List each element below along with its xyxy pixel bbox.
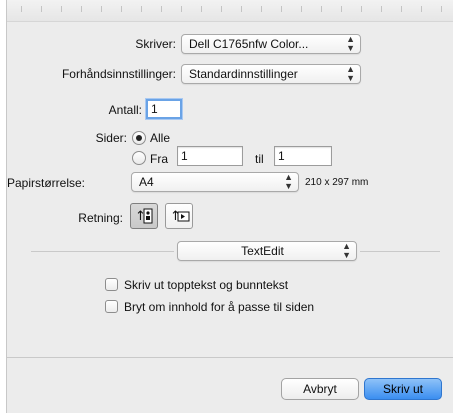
ruler-tick [41, 6, 42, 12]
app-section-popup[interactable]: TextEdit ▲ ▼ [177, 241, 357, 261]
ruler-tick [101, 6, 102, 12]
ruler-tick [201, 6, 202, 12]
rewrap-contents-label: Bryt om innhold for å passe til siden [124, 300, 315, 314]
pages-to-label: til [255, 152, 264, 166]
rewrap-contents-checkbox[interactable] [105, 300, 118, 313]
ruler-tick [161, 6, 162, 12]
pages-all-radio[interactable] [132, 131, 146, 145]
popup-arrows-icon: ▲ ▼ [346, 34, 355, 53]
ruler-tick [121, 6, 122, 12]
presets-value: Standardinnstillinger [189, 67, 298, 81]
printer-popup[interactable]: Dell C1765nfw Color... ▲ ▼ [181, 34, 361, 54]
paper-size-popup[interactable]: A4 ▲ ▼ [131, 172, 299, 192]
paper-size-value: A4 [139, 175, 154, 189]
orientation-landscape-button[interactable]: ↑ [165, 203, 193, 229]
presets-popup[interactable]: Standardinnstillinger ▲ ▼ [181, 64, 361, 84]
paper-dimensions: 210 x 297 mm [305, 177, 369, 188]
ruler-strip [7, 0, 453, 22]
pages-from-label: Fra [150, 152, 168, 166]
ruler-tick [221, 6, 222, 12]
ruler-tick [81, 6, 82, 12]
bottom-divider [7, 357, 453, 358]
ruler-tick [421, 6, 422, 12]
popup-arrows-icon: ▲ ▼ [346, 64, 355, 83]
orientation-label: Retning: [78, 211, 123, 225]
section-divider-right [360, 251, 440, 252]
pages-from-input[interactable]: 1 [177, 146, 243, 166]
ruler-tick [361, 6, 362, 12]
ruler-tick [441, 6, 442, 12]
pages-range-radio[interactable] [132, 151, 146, 165]
ruler-tick [21, 6, 22, 12]
ruler-tick [261, 6, 262, 12]
orientation-portrait-button[interactable]: ↑ [130, 203, 158, 229]
print-dialog: Skriver: Dell C1765nfw Color... ▲ ▼ Forhå… [6, 0, 453, 413]
printer-value: Dell C1765nfw Color... [189, 37, 309, 51]
app-section-value: TextEdit [241, 244, 284, 258]
header-footer-label: Skriv ut topptekst og bunntekst [124, 278, 289, 292]
portrait-icon: ↑ [135, 208, 153, 224]
ruler-tick [141, 6, 142, 12]
popup-arrows-icon: ▲ ▼ [342, 241, 351, 260]
copies-label: Antall: [108, 103, 142, 117]
ruler-tick [341, 6, 342, 12]
ruler-tick [321, 6, 322, 12]
pages-to-input[interactable]: 1 [274, 146, 332, 166]
ruler-tick [281, 6, 282, 12]
landscape-icon: ↑ [170, 209, 190, 224]
pages-all-label: Alle [150, 131, 171, 145]
printer-label: Skriver: [135, 37, 176, 51]
ruler-tick [241, 6, 242, 12]
ruler-tick [61, 6, 62, 12]
presets-label: Forhåndsinnstillinger: [61, 67, 176, 81]
ruler-tick [181, 6, 182, 12]
cancel-button[interactable]: Avbryt [281, 378, 359, 400]
pages-label: Sider: [95, 131, 127, 145]
copies-input[interactable]: 1 [146, 99, 182, 119]
section-divider-left [31, 251, 174, 252]
print-button[interactable]: Skriv ut [364, 378, 442, 400]
header-footer-checkbox[interactable] [105, 278, 118, 291]
ruler-tick [381, 6, 382, 12]
ruler-tick [301, 6, 302, 12]
ruler-tick [401, 6, 402, 12]
paper-size-label: Papirstørrelse: [7, 176, 86, 190]
popup-arrows-icon: ▲ ▼ [284, 172, 293, 191]
